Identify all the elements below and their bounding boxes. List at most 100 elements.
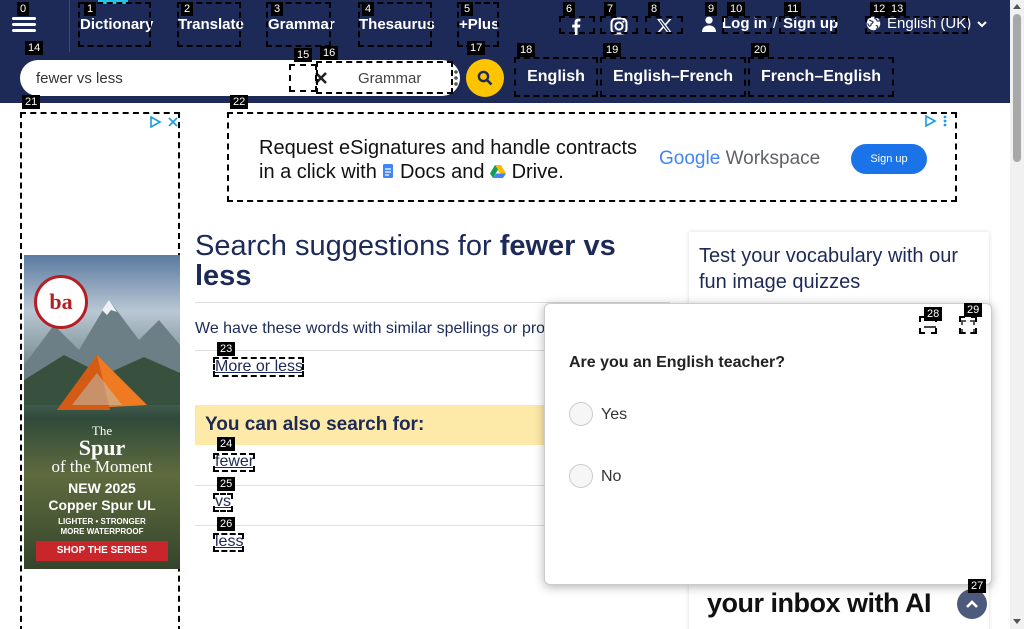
suggestions-description: We have these words with similar spellin… xyxy=(195,320,546,337)
top-advertisement[interactable]: Request eSignatures and handle contracts… xyxy=(227,112,957,202)
chevron-up-icon xyxy=(966,600,978,608)
facebook-icon[interactable] xyxy=(565,15,587,37)
also-link-less[interactable]: less xyxy=(215,533,243,551)
language-label: English (UK) xyxy=(887,15,972,32)
page: Dictionary Translate Grammar Thesaurus +… xyxy=(0,0,1024,629)
marker: 26 xyxy=(217,517,236,531)
page-title: Search suggestions for fewer vs less xyxy=(195,230,616,292)
expand-icon xyxy=(961,320,975,334)
marker: 9 xyxy=(705,2,718,16)
marker: 28 xyxy=(924,307,943,321)
radio-yes[interactable] xyxy=(569,402,593,426)
survey-question: Are you an English teacher? xyxy=(569,354,786,371)
google-workspace-logo: Google Workspace xyxy=(659,148,821,169)
tab-french-english[interactable]: French–English xyxy=(748,56,894,98)
marker: 18 xyxy=(517,43,536,57)
marker: 5 xyxy=(461,2,474,16)
marker: 2 xyxy=(181,2,194,16)
quiz-title[interactable]: Test your vocabulary with our fun image … xyxy=(699,243,979,295)
ad-new: NEW 2025 xyxy=(68,480,136,496)
dictionary-selector-label: Grammar xyxy=(358,69,422,87)
scrollbar-thumb[interactable] xyxy=(1013,14,1021,162)
marker: 4 xyxy=(362,2,375,16)
clear-search-button[interactable] xyxy=(310,67,332,89)
quiz-ad-text[interactable]: your inbox with AI xyxy=(707,588,932,619)
ad-product: Copper Spur UL xyxy=(48,497,156,513)
also-search-header: You can also search for: xyxy=(195,405,555,445)
survey-popup: Are you an English teacher? Yes No xyxy=(544,303,992,585)
marker: 11 xyxy=(784,2,802,16)
more-vertical-icon xyxy=(943,115,947,127)
marker: 19 xyxy=(603,43,622,57)
marker: 23 xyxy=(217,342,236,356)
ad-cta[interactable]: SHOP THE SERIES xyxy=(36,541,168,561)
ad-choices[interactable] xyxy=(925,114,955,128)
more-vertical-icon xyxy=(454,70,458,86)
also-link-vs[interactable]: vs xyxy=(215,493,231,511)
search-box: Grammar xyxy=(20,60,460,96)
globe-icon xyxy=(866,16,881,31)
ad-signup-button[interactable]: Sign up xyxy=(851,144,927,174)
minimize-icon xyxy=(924,326,936,328)
close-ad-icon[interactable] xyxy=(168,117,178,127)
marker: 29 xyxy=(964,303,983,317)
scroll-down-arrow[interactable] xyxy=(1013,619,1021,624)
marker: 21 xyxy=(22,95,41,109)
radio-yes-label[interactable]: Yes xyxy=(601,406,627,424)
user-icon xyxy=(702,16,716,32)
login-link[interactable]: Log in xyxy=(722,15,767,32)
divider xyxy=(195,350,555,351)
dictionary-selector[interactable]: Grammar xyxy=(336,62,472,94)
chevron-down-icon xyxy=(977,20,987,27)
ad-image: ba The Spur of the Moment NEW 2025 Coppe… xyxy=(24,255,180,569)
signup-link[interactable]: Sign up xyxy=(783,15,838,32)
tent-graphic xyxy=(57,355,147,410)
instagram-icon[interactable] xyxy=(608,15,630,37)
expand-popup-button[interactable] xyxy=(959,318,977,336)
tab-english[interactable]: English xyxy=(514,56,598,98)
marker: 14 xyxy=(25,41,44,55)
scroll-to-top-button[interactable] xyxy=(957,589,987,619)
marker: 6 xyxy=(563,2,576,16)
marker: 27 xyxy=(968,579,987,593)
nav-divider xyxy=(69,0,70,52)
marker: 0 xyxy=(17,2,30,16)
marker: 22 xyxy=(230,95,249,109)
marker: 17 xyxy=(467,41,486,55)
tab-english-french[interactable]: English–French xyxy=(601,56,745,98)
close-icon xyxy=(315,72,327,84)
top-navigation-bar: Dictionary Translate Grammar Thesaurus +… xyxy=(0,0,1010,52)
marker: 8 xyxy=(648,2,661,16)
marker: 10 xyxy=(727,2,746,16)
ad-choices[interactable] xyxy=(150,115,180,129)
side-advertisement[interactable]: ba The Spur of the Moment NEW 2025 Coppe… xyxy=(20,112,180,629)
divider xyxy=(195,525,555,526)
marker: 24 xyxy=(217,437,236,451)
adchoices-icon xyxy=(150,116,162,128)
marker: 3 xyxy=(271,2,284,16)
also-link-fewer[interactable]: fewer xyxy=(215,453,254,471)
google-drive-icon xyxy=(490,165,507,178)
search-input[interactable] xyxy=(36,60,296,96)
login-separator: / xyxy=(773,15,778,32)
marker: 20 xyxy=(751,43,770,57)
radio-no[interactable] xyxy=(569,464,593,488)
brand-logo: ba xyxy=(34,275,88,329)
suggestion-link[interactable]: More or less xyxy=(215,358,303,376)
ad-features-1: LIGHTER • STRONGER xyxy=(58,517,146,526)
page-scrollbar[interactable] xyxy=(1010,0,1024,629)
radio-no-label[interactable]: No xyxy=(601,468,621,486)
search-icon xyxy=(477,70,493,86)
search-button[interactable] xyxy=(466,59,504,97)
scroll-up-arrow[interactable] xyxy=(1013,4,1021,9)
marker: 13 xyxy=(888,2,907,16)
marker: 1 xyxy=(84,2,97,16)
ad-features-2: MORE WATERPROOF xyxy=(60,527,144,536)
x-twitter-icon[interactable] xyxy=(653,15,675,37)
menu-icon[interactable] xyxy=(12,14,36,36)
marker: 16 xyxy=(320,46,339,60)
login-area: Log in / Sign up xyxy=(702,15,838,32)
ad-moment: of the Moment xyxy=(51,457,153,476)
language-selector[interactable]: English (UK) xyxy=(866,15,987,32)
adchoices-icon xyxy=(925,115,937,127)
